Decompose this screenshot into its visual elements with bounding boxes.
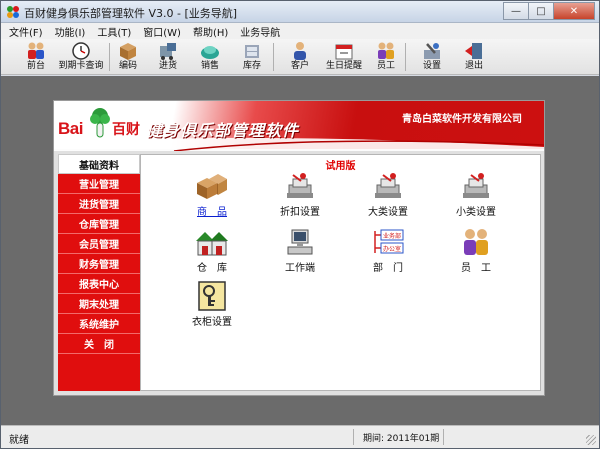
sales-icon [201,46,219,59]
app-icon [7,6,19,18]
menu-help[interactable]: 帮助(H) [193,24,228,39]
category-label: 大类设置 [368,207,408,218]
banner: Bai 百财 健身俱乐部管理软件 青岛白菜软件开发有限公司 [54,101,544,151]
side-nav: 基础资料 营业管理 进货管理 仓库管理 会员管理 财务管理 报表中心 期末处理 … [58,154,140,391]
purchase-icon [160,43,176,60]
staff-icon [378,42,394,59]
toolbar-front-desk-button[interactable]: 前台 [13,40,59,74]
locker-icon [198,281,226,311]
company-name: 青岛白菜软件开发有限公司 [402,114,522,125]
close-button[interactable]: ✕ [553,2,595,20]
subcategory-button[interactable]: 小类设置 [441,171,511,219]
dept-tag-business: 业务部 [383,232,401,240]
toolbar-settings-button[interactable]: 设置 [409,40,455,74]
goods-label: 商 品 [197,207,227,218]
sidenav-item-warehouse[interactable]: 仓库管理 [58,214,140,234]
workstation-icon [287,229,313,255]
discount-icon [287,173,313,198]
sidenav-item-basic-data[interactable]: 基础资料 [58,154,140,174]
toolbar-expired-card-button[interactable]: 到期卡查询 [57,40,105,74]
toolbar-staff-button[interactable]: 员工 [363,40,409,74]
category-icon [375,173,401,198]
menu-tools[interactable]: 工具(T) [97,24,131,39]
menu-business-nav[interactable]: 业务导航 [240,24,280,39]
sidenav-item-member[interactable]: 会员管理 [58,234,140,254]
logo-cn: 百财 [112,122,140,138]
front-desk-icon [28,42,44,59]
toolbar-purchase-button[interactable]: 进货 [145,40,191,74]
workstation-label: 工作端 [285,263,315,274]
toolbar-sales-button[interactable]: 销售 [187,40,233,74]
dept-tag-office: 办公室 [383,245,401,253]
status-divider [353,429,354,445]
toolbar-separator [273,43,274,71]
toolbar-stock-button[interactable]: 库存 [229,40,275,74]
employee-button[interactable]: 员 工 [441,227,511,275]
sidenav-item-period-end[interactable]: 期末处理 [58,294,140,314]
menu-function[interactable]: 功能(I) [55,24,86,39]
goods-button[interactable]: 商 品 [177,171,247,219]
menu-bar: 文件(F) 功能(I) 工具(T) 窗口(W) 帮助(H) 业务导航 [1,23,599,39]
category-button[interactable]: 大类设置 [353,171,423,219]
subcategory-icon [463,173,489,198]
discount-label: 折扣设置 [280,207,320,218]
customer-icon [294,42,306,60]
settings-icon [424,43,440,59]
workstation-button[interactable]: 工作端 [265,227,335,275]
sidenav-item-reports[interactable]: 报表中心 [58,274,140,294]
department-label: 部 门 [373,263,403,274]
menu-file[interactable]: 文件(F) [9,24,43,39]
warehouse-label: 仓 库 [197,263,227,274]
trial-label: 试用版 [325,161,356,172]
status-text: 就绪 [9,435,29,446]
banner-title: 健身俱乐部管理软件 [146,121,300,140]
sidenav-item-close[interactable]: 关 闭 [58,334,140,354]
department-icon: 业务部 办公室 [374,229,404,254]
resize-grip[interactable] [586,435,596,445]
toolbar-customer-button[interactable]: 客户 [277,40,323,74]
status-period: 期间: 2011年01期 [363,434,440,444]
expired-card-icon [72,42,90,60]
sidenav-item-finance[interactable]: 财务管理 [58,254,140,274]
goods-icon [197,174,227,199]
discount-button[interactable]: 折扣设置 [265,171,335,219]
cabbage-logo-icon [90,108,110,138]
sidenav-item-business[interactable]: 营业管理 [58,174,140,194]
status-bar: 就绪 期间: 2011年01期 [1,425,599,448]
toolbar: 前台 到期卡查询 编码 进货 销售 库存 客户 生日提醒 员工 设置 退出 [1,39,599,75]
coding-icon [120,43,136,60]
menu-window[interactable]: 窗口(W) [143,24,181,39]
subcategory-label: 小类设置 [456,207,496,218]
app-window: 百财健身俱乐部管理软件 V3.0 - [业务导航] — □ ✕ 文件(F) 功能… [0,0,600,449]
locker-button[interactable]: 衣柜设置 [177,281,247,329]
business-nav-panel: Bai 百财 健身俱乐部管理软件 青岛白菜软件开发有限公司 基础资料 营业管理 … [53,100,545,396]
toolbar-birthday-button[interactable]: 生日提醒 [321,40,367,74]
toolbar-exit-button[interactable]: 退出 [451,40,497,74]
birthday-icon [335,44,353,60]
employee-label: 员 工 [461,263,491,274]
locker-label: 衣柜设置 [192,317,232,328]
title-bar[interactable]: 百财健身俱乐部管理软件 V3.0 - [业务导航] — □ ✕ [1,1,599,23]
employee-icon [464,229,488,255]
warehouse-button[interactable]: 仓 库 [177,227,247,275]
sidenav-item-purchase[interactable]: 进货管理 [58,194,140,214]
minimize-button[interactable]: — [503,2,529,20]
status-divider [443,429,444,445]
sidenav-item-maintenance[interactable]: 系统维护 [58,314,140,334]
department-button[interactable]: 业务部 办公室 部 门 [353,227,423,275]
stock-icon [245,45,259,58]
window-controls: — □ ✕ [503,2,595,20]
mdi-workspace: Bai 百财 健身俱乐部管理软件 青岛白菜软件开发有限公司 基础资料 营业管理 … [1,76,599,425]
window-title: 百财健身俱乐部管理软件 V3.0 - [业务导航] [24,7,238,20]
warehouse-icon [196,232,228,256]
content-area: 试用版 商 品 折扣设置 大类设置 小类设置 仓 库 工作端 业务部 办公室 部… [140,154,541,391]
exit-icon [465,43,482,59]
toolbar-separator [405,43,406,71]
logo-latin: Bai [58,119,83,138]
maximize-button[interactable]: □ [528,2,554,20]
